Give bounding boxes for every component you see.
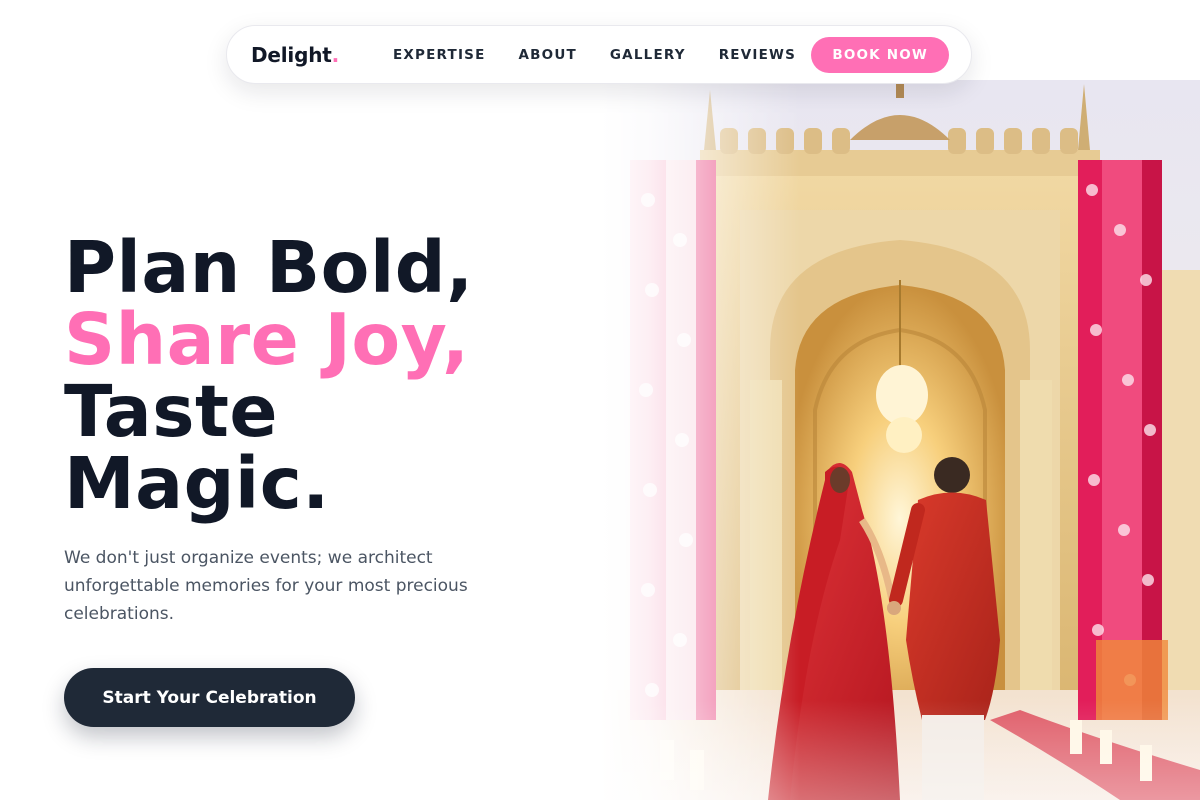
- headline-line-4: Magic.: [64, 442, 330, 525]
- nav-link-reviews[interactable]: REVIEWS: [719, 47, 796, 63]
- brand-name: Delight: [251, 42, 332, 67]
- headline-line-2-accent: Share Joy,: [64, 298, 470, 381]
- landing-page: Delight. EXPERTISE ABOUT GALLERY REVIEWS…: [0, 0, 1200, 800]
- hero-headline: Plan Bold, Share Joy, Taste Magic.: [64, 232, 474, 520]
- top-navigation: Delight. EXPERTISE ABOUT GALLERY REVIEWS…: [226, 25, 972, 84]
- brand-dot: .: [331, 42, 340, 67]
- headline-line-3: Taste: [64, 370, 279, 453]
- nav-links: EXPERTISE ABOUT GALLERY REVIEWS: [393, 47, 811, 63]
- nav-link-gallery[interactable]: GALLERY: [610, 47, 686, 63]
- hero-subtext: We don't just organize events; we archit…: [64, 548, 468, 624]
- start-celebration-button[interactable]: Start Your Celebration: [64, 668, 355, 727]
- headline-line-1: Plan Bold,: [64, 226, 474, 309]
- book-now-button[interactable]: BOOK NOW: [811, 36, 949, 73]
- nav-link-expertise[interactable]: EXPERTISE: [393, 47, 486, 63]
- brand-logo[interactable]: Delight.: [251, 43, 339, 67]
- hero-wedding-image: [600, 80, 1200, 800]
- nav-link-about[interactable]: ABOUT: [519, 47, 577, 63]
